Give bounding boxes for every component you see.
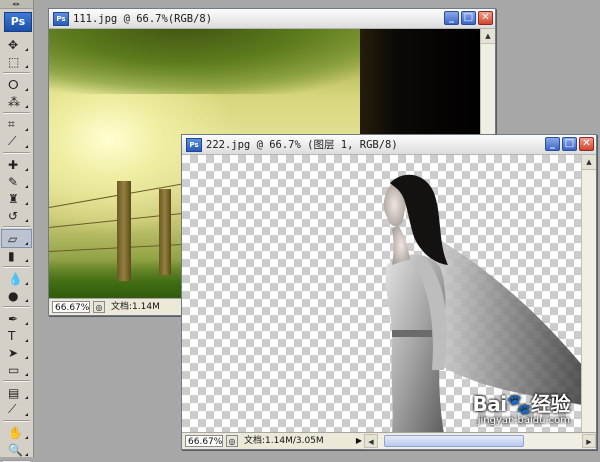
healing-brush-tool-icon[interactable]: ✚ <box>2 156 31 173</box>
toolbox-separator <box>3 112 30 114</box>
move-tool-icon[interactable]: ✥ <box>2 36 31 53</box>
history-brush-tool-icon[interactable]: ↺ <box>2 207 31 224</box>
image-canvas-layer[interactable]: Bai🐾经验 jingyan.baidu.com <box>182 155 582 434</box>
toolbox-separator <box>3 380 30 382</box>
toolbox-grip[interactable]: ◂▸ <box>0 0 33 9</box>
toolbox-separator <box>3 72 30 74</box>
scroll-up-button[interactable]: ▲ <box>582 155 596 170</box>
toolbox-separator <box>3 226 30 228</box>
window-titlebar[interactable]: Ps 222.jpg @ 66.7% (图层 1, RGB/8) _ □ ✕ <box>182 135 596 155</box>
minimize-button[interactable]: _ <box>444 11 459 25</box>
marquee-tool-icon[interactable]: ⬚ <box>2 53 31 70</box>
slice-tool-icon[interactable]: ⟋ <box>2 133 31 150</box>
gradient-tool-icon[interactable]: ▮ <box>2 247 31 264</box>
toolbox-separator <box>3 152 30 154</box>
maximize-button[interactable]: □ <box>461 11 476 25</box>
watermark-brand: Bai🐾经验 <box>472 392 571 416</box>
lasso-tool-icon[interactable]: ⵔ <box>2 76 31 93</box>
dodge-tool-icon[interactable]: ● <box>2 287 31 304</box>
status-menu-arrow-icon[interactable]: ▶ <box>354 435 364 447</box>
photoshop-doc-icon: Ps <box>53 11 69 26</box>
crop-tool-icon[interactable]: ⌗ <box>2 116 31 133</box>
minimize-button[interactable]: _ <box>545 137 560 151</box>
toolbox-panel: ◂▸ Ps ✥ ⬚ ⵔ ⁂ ⌗ ⟋ ✚ ✎ ♜ ↺ ▱ ▮ 💧 ● ✒ T ➤ ▭ ▤ ⟋ ✋ 🔍 <box>0 0 34 462</box>
maximize-button[interactable]: □ <box>562 137 577 151</box>
clone-stamp-tool-icon[interactable]: ♜ <box>2 190 31 207</box>
brush-tool-icon[interactable]: ✎ <box>2 173 31 190</box>
status-info-button[interactable]: ◎ <box>93 301 105 313</box>
window-titlebar[interactable]: Ps 111.jpg @ 66.7%(RGB/8) _ □ ✕ <box>49 9 495 29</box>
zoom-level-field[interactable]: 66.67% <box>52 301 90 313</box>
zoom-level-field[interactable]: 66.67% <box>185 435 223 447</box>
horizontal-scrollbar[interactable]: ◀ ▶ <box>364 433 596 449</box>
baidu-jingyan-watermark: Bai🐾经验 jingyan.baidu.com <box>473 388 571 426</box>
close-button[interactable]: ✕ <box>579 137 594 151</box>
watermark-url: jingyan.baidu.com <box>477 415 570 426</box>
shape-tool-icon[interactable]: ▭ <box>2 361 31 378</box>
hand-tool-icon[interactable]: ✋ <box>2 424 31 441</box>
status-info-button[interactable]: ◎ <box>226 435 238 447</box>
eyedropper-tool-icon[interactable]: ⟋ <box>2 401 31 418</box>
scroll-up-button[interactable]: ▲ <box>481 29 495 44</box>
notes-tool-icon[interactable]: ▤ <box>2 384 31 401</box>
type-tool-icon[interactable]: T <box>2 327 31 344</box>
photoshop-doc-icon: Ps <box>186 137 202 152</box>
blur-tool-icon[interactable]: 💧 <box>2 270 31 287</box>
vertical-scrollbar[interactable]: ▲ <box>581 155 596 434</box>
pen-tool-icon[interactable]: ✒ <box>2 310 31 327</box>
document-window-222[interactable]: Ps 222.jpg @ 66.7% (图层 1, RGB/8) _ □ ✕ B… <box>181 134 597 450</box>
eraser-tool-icon[interactable]: ▱ <box>1 229 32 248</box>
photoshop-logo[interactable]: Ps <box>4 12 32 32</box>
toolbox-separator <box>3 420 30 422</box>
window-title: 222.jpg @ 66.7% (图层 1, RGB/8) <box>206 139 398 151</box>
path-selection-tool-icon[interactable]: ➤ <box>2 344 31 361</box>
scroll-left-button[interactable]: ◀ <box>364 434 378 448</box>
scroll-thumb[interactable] <box>384 435 524 447</box>
fence-post <box>159 189 171 275</box>
toolbox-separator <box>3 266 30 268</box>
magic-wand-tool-icon[interactable]: ⁂ <box>2 93 31 110</box>
scroll-right-button[interactable]: ▶ <box>582 434 596 448</box>
document-info: 文档:1.14M/3.05M <box>244 436 324 446</box>
window-title: 111.jpg @ 66.7%(RGB/8) <box>73 12 213 25</box>
zoom-tool-icon[interactable]: 🔍 <box>2 441 31 458</box>
close-button[interactable]: ✕ <box>478 11 493 25</box>
fence-post <box>117 181 131 281</box>
toolbox-separator <box>3 306 30 308</box>
status-bar: 66.67% ◎ 文档:1.14M/3.05M ▶ ◀ ▶ <box>182 432 596 449</box>
scroll-track[interactable] <box>378 434 582 448</box>
